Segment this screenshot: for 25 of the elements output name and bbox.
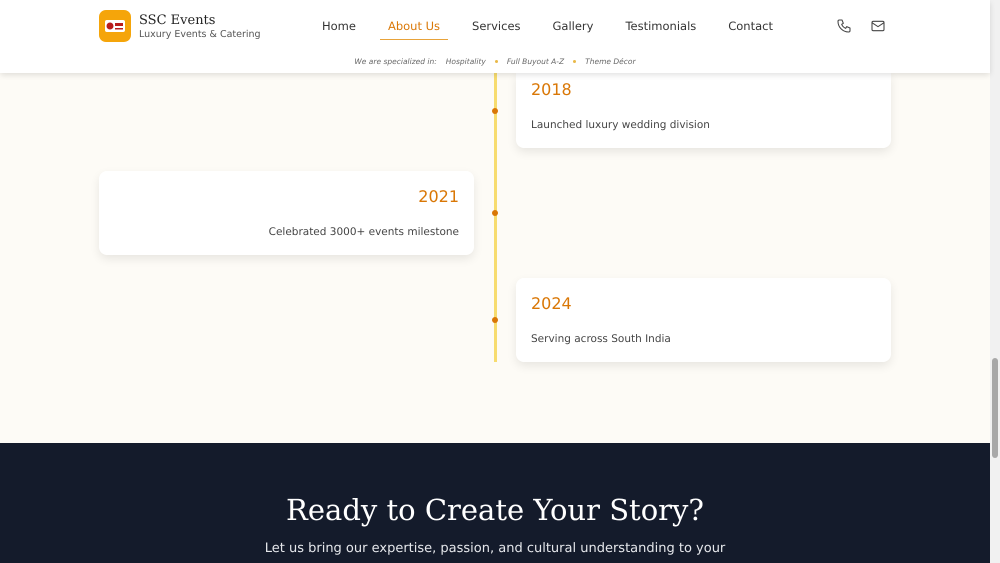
milestone-text: Celebrated 3000+ events milestone bbox=[268, 226, 459, 238]
year: 2018 bbox=[531, 80, 573, 99]
nav-link[interactable]: Services bbox=[464, 12, 529, 40]
scrollbar-thumb[interactable] bbox=[992, 358, 998, 458]
timeline-dot bbox=[492, 108, 498, 114]
milestone-text: Serving across South India bbox=[531, 333, 672, 345]
year: 2024 bbox=[531, 294, 573, 313]
timeline-dot bbox=[492, 210, 498, 216]
brand-name: SSC Events bbox=[139, 12, 216, 28]
nav-link[interactable]: Gallery bbox=[544, 12, 602, 40]
separator-dot bbox=[494, 60, 498, 63]
nav-link[interactable]: Home bbox=[314, 12, 364, 40]
scrollbar[interactable] bbox=[990, 0, 1000, 563]
cta-text: Let us bring our expertise, passion, and cultural understanding to your bbox=[264, 541, 726, 556]
mail-icon[interactable] bbox=[870, 18, 886, 34]
year: 2021 bbox=[417, 187, 459, 206]
separator-dot bbox=[573, 60, 576, 63]
nav-link[interactable]: Contact bbox=[720, 12, 781, 40]
timeline-dot bbox=[492, 317, 498, 323]
nav-link[interactable]: Testimonials bbox=[617, 12, 704, 40]
milestone-text: Launched luxury wedding division bbox=[531, 119, 711, 131]
phone-icon[interactable] bbox=[836, 18, 852, 34]
brand-tagline: Luxury Events & Catering bbox=[139, 28, 261, 40]
cta-title: Ready to Create Your Story? bbox=[286, 493, 704, 527]
logo-icon[interactable] bbox=[99, 10, 131, 42]
